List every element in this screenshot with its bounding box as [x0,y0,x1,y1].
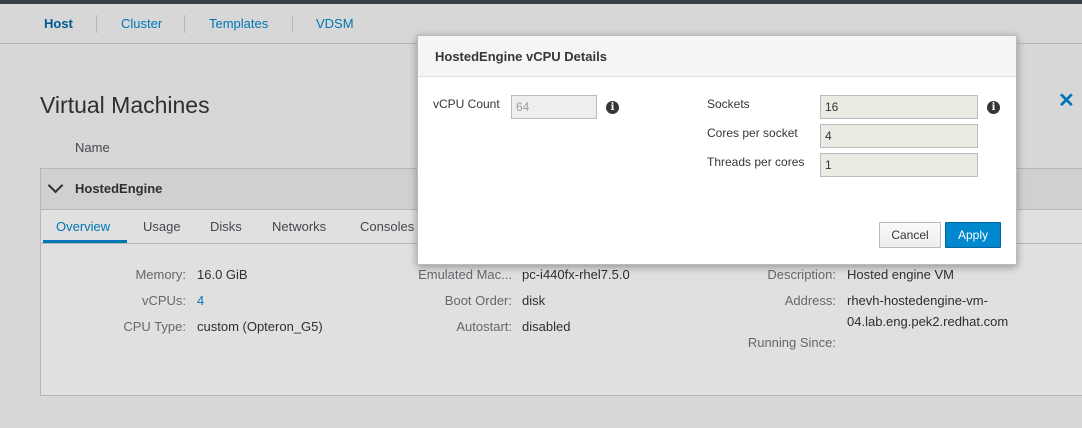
boot-order-value: disk [522,293,546,308]
active-tab-indicator [43,240,127,243]
boot-order-label: Boot Order: [444,293,512,308]
nav-divider [292,15,293,33]
close-icon[interactable]: ✕ [1058,88,1075,113]
tab-disks[interactable]: Disks [210,219,242,234]
vcpu-count-input [511,95,597,119]
sockets-label: Sockets [707,97,750,111]
tab-usage[interactable]: Usage [143,219,181,234]
info-icon[interactable]: i [987,101,1000,114]
vm-name: HostedEngine [75,181,163,196]
nav-divider [96,15,97,33]
vcpu-details-modal: HostedEngine vCPU Details vCPU Count i S… [417,35,1017,265]
cores-per-socket-label: Cores per socket [707,126,798,140]
tab-host[interactable]: Host [44,16,73,31]
address-label: Address: [784,293,836,308]
nav-divider [184,15,185,33]
vcpus-value-link[interactable]: 4 [197,293,204,308]
tab-templates[interactable]: Templates [209,16,268,31]
emulated-machine-value: pc-i440fx-rhel7.5.0 [522,267,630,282]
emulated-machine-label: Emulated Mac... [418,267,512,282]
tab-vdsm[interactable]: VDSM [316,16,354,31]
autostart-label: Autostart: [456,319,512,334]
threads-per-core-label: Threads per cores [707,155,805,169]
vcpus-label: vCPUs: [141,293,186,308]
threads-per-core-input[interactable] [820,153,978,177]
modal-title: HostedEngine vCPU Details [435,49,607,64]
address-value-line1: rhevh-hostedengine-vm- [847,293,988,308]
running-since-label: Running Since: [747,335,836,350]
memory-label: Memory: [135,267,186,282]
description-label: Description: [767,267,836,282]
cpu-type-value: custom (Opteron_G5) [197,319,323,334]
memory-value: 16.0 GiB [197,267,248,282]
tab-cluster[interactable]: Cluster [121,16,162,31]
address-value-line2: 04.lab.eng.pek2.redhat.com [847,314,1009,329]
vcpu-count-label: vCPU Count [433,97,500,111]
page-title: Virtual Machines [40,92,210,118]
cancel-button[interactable]: Cancel [879,222,941,248]
apply-button[interactable]: Apply [945,222,1001,248]
cores-per-socket-input[interactable] [820,124,978,148]
chevron-down-icon[interactable] [47,177,64,194]
cpu-type-label: CPU Type: [123,319,186,334]
modal-header: HostedEngine vCPU Details [418,36,1016,77]
column-header-name[interactable]: Name [75,140,110,155]
tab-networks[interactable]: Networks [272,219,326,234]
autostart-value: disabled [522,319,571,334]
description-value: Hosted engine VM [847,267,954,282]
tab-overview[interactable]: Overview [56,219,110,234]
sockets-input[interactable] [820,95,978,119]
tab-consoles[interactable]: Consoles [360,219,414,234]
info-icon[interactable]: i [606,101,619,114]
